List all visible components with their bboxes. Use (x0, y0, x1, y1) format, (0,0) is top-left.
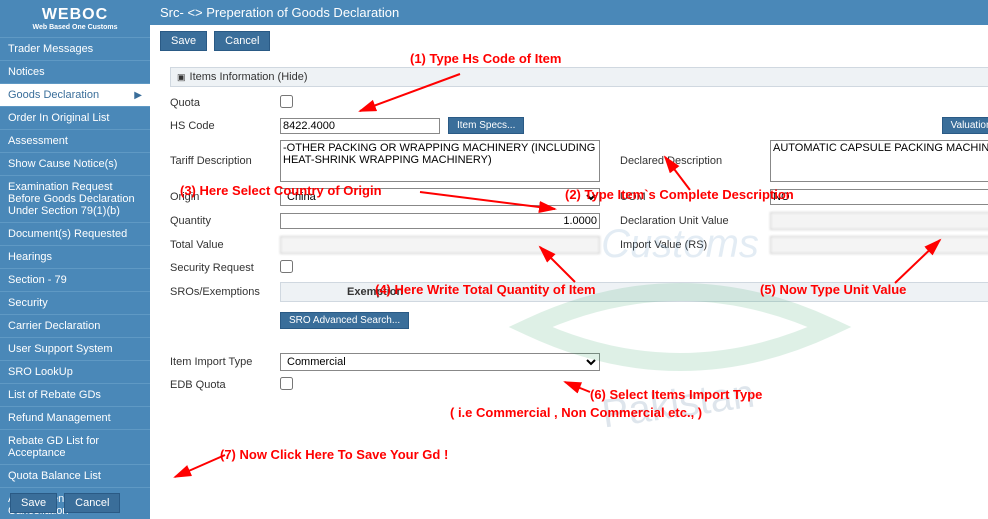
brand-logo: WEBOC Web Based One Customs (0, 0, 150, 37)
label-sros: SROs/Exemptions (170, 286, 260, 298)
chevron-right-icon: ▶ (134, 90, 142, 101)
total-value-input[interactable] (280, 236, 600, 254)
label-tariff: Tariff Description (170, 155, 260, 167)
import-value-input[interactable] (770, 236, 988, 254)
uom-input[interactable] (770, 189, 988, 205)
page-title: Src- <> Preperation of Goods Declaration (150, 0, 988, 25)
origin-select[interactable]: China (280, 188, 600, 206)
sidebar-item-section-79[interactable]: Section - 79 (0, 268, 150, 291)
label-quantity: Quantity (170, 215, 260, 227)
label-total-value: Total Value (170, 239, 260, 251)
label-security: Security Request (170, 262, 260, 274)
sidebar-item-carrier[interactable]: Carrier Declaration (0, 314, 150, 337)
sidebar-item-user-support[interactable]: User Support System (0, 337, 150, 360)
label-origin: Origin (170, 191, 260, 203)
label-hs: HS Code (170, 120, 260, 132)
sidebar-item-notices[interactable]: Notices (0, 60, 150, 83)
item-specs-button[interactable]: Item Specs... (448, 117, 524, 134)
security-request-checkbox[interactable] (280, 260, 293, 273)
sidebar-item-quota-balance[interactable]: Quota Balance List (0, 464, 150, 487)
label-import-value: Import Value (RS) (620, 239, 750, 251)
sro-advanced-search-button[interactable]: SRO Advanced Search... (280, 312, 409, 329)
cancel-button-bottom[interactable]: Cancel (64, 493, 120, 513)
sidebar-item-trader-messages[interactable]: Trader Messages (0, 37, 150, 60)
annotation-6b: ( i.e Commercial , Non Commercial etc., … (450, 405, 702, 420)
declared-description-textarea[interactable]: AUTOMATIC CAPSULE PACKING MACHINERY (770, 140, 988, 182)
label-decl-unit: Declaration Unit Value (620, 215, 750, 227)
label-declared: Declared Description (620, 155, 750, 167)
sidebar-item-exam-request-1[interactable]: Examination Request Before Goods Declara… (0, 175, 150, 222)
sidebar-item-rebate-gds[interactable]: List of Rebate GDs (0, 383, 150, 406)
annotation-7: (7) Now Click Here To Save Your Gd ! (220, 447, 448, 462)
decl-unit-value-input[interactable] (770, 212, 988, 230)
label-item-import-type: Item Import Type (170, 356, 260, 368)
edb-quota-checkbox[interactable] (280, 377, 293, 390)
quantity-input[interactable] (280, 213, 600, 229)
quota-checkbox[interactable] (280, 95, 293, 108)
sidebar-item-refund[interactable]: Refund Management (0, 406, 150, 429)
sidebar-item-goods-declaration[interactable]: Goods Declaration▶ (0, 83, 150, 106)
sidebar-item-show-cause[interactable]: Show Cause Notice(s) (0, 152, 150, 175)
section-header[interactable]: ▣Items Information (Hide) (170, 67, 988, 87)
valuation-ruling-button[interactable]: Valuation Ruling... (942, 117, 988, 134)
cancel-button-top[interactable]: Cancel (214, 31, 270, 51)
label-uom: UOM (620, 191, 750, 203)
sidebar-item-rebate-acceptance[interactable]: Rebate GD List for Acceptance (0, 429, 150, 464)
collapse-icon: ▣ (177, 72, 186, 82)
hs-code-input[interactable] (280, 118, 440, 134)
save-button-top[interactable]: Save (160, 31, 207, 51)
sidebar-item-docs-requested[interactable]: Document(s) Requested (0, 222, 150, 245)
sidebar-item-security[interactable]: Security (0, 291, 150, 314)
main-panel: Src- <> Preperation of Goods Declaration… (150, 0, 988, 519)
sidebar-item-hearings[interactable]: Hearings (0, 245, 150, 268)
tariff-description-textarea[interactable]: -OTHER PACKING OR WRAPPING MACHINERY (IN… (280, 140, 600, 182)
sidebar-item-sro-lookup[interactable]: SRO LookUp (0, 360, 150, 383)
sidebar-item-assessment[interactable]: Assessment (0, 129, 150, 152)
sidebar-item-order-in-original[interactable]: Order In Original List (0, 106, 150, 129)
label-quota: Quota (170, 97, 260, 109)
item-import-type-select[interactable]: Commercial (280, 353, 600, 371)
save-button-bottom[interactable]: Save (10, 493, 57, 513)
exemption-header: Exemption (280, 282, 988, 302)
sidebar: WEBOC Web Based One Customs Trader Messa… (0, 0, 150, 519)
label-edb: EDB Quota (170, 379, 260, 391)
